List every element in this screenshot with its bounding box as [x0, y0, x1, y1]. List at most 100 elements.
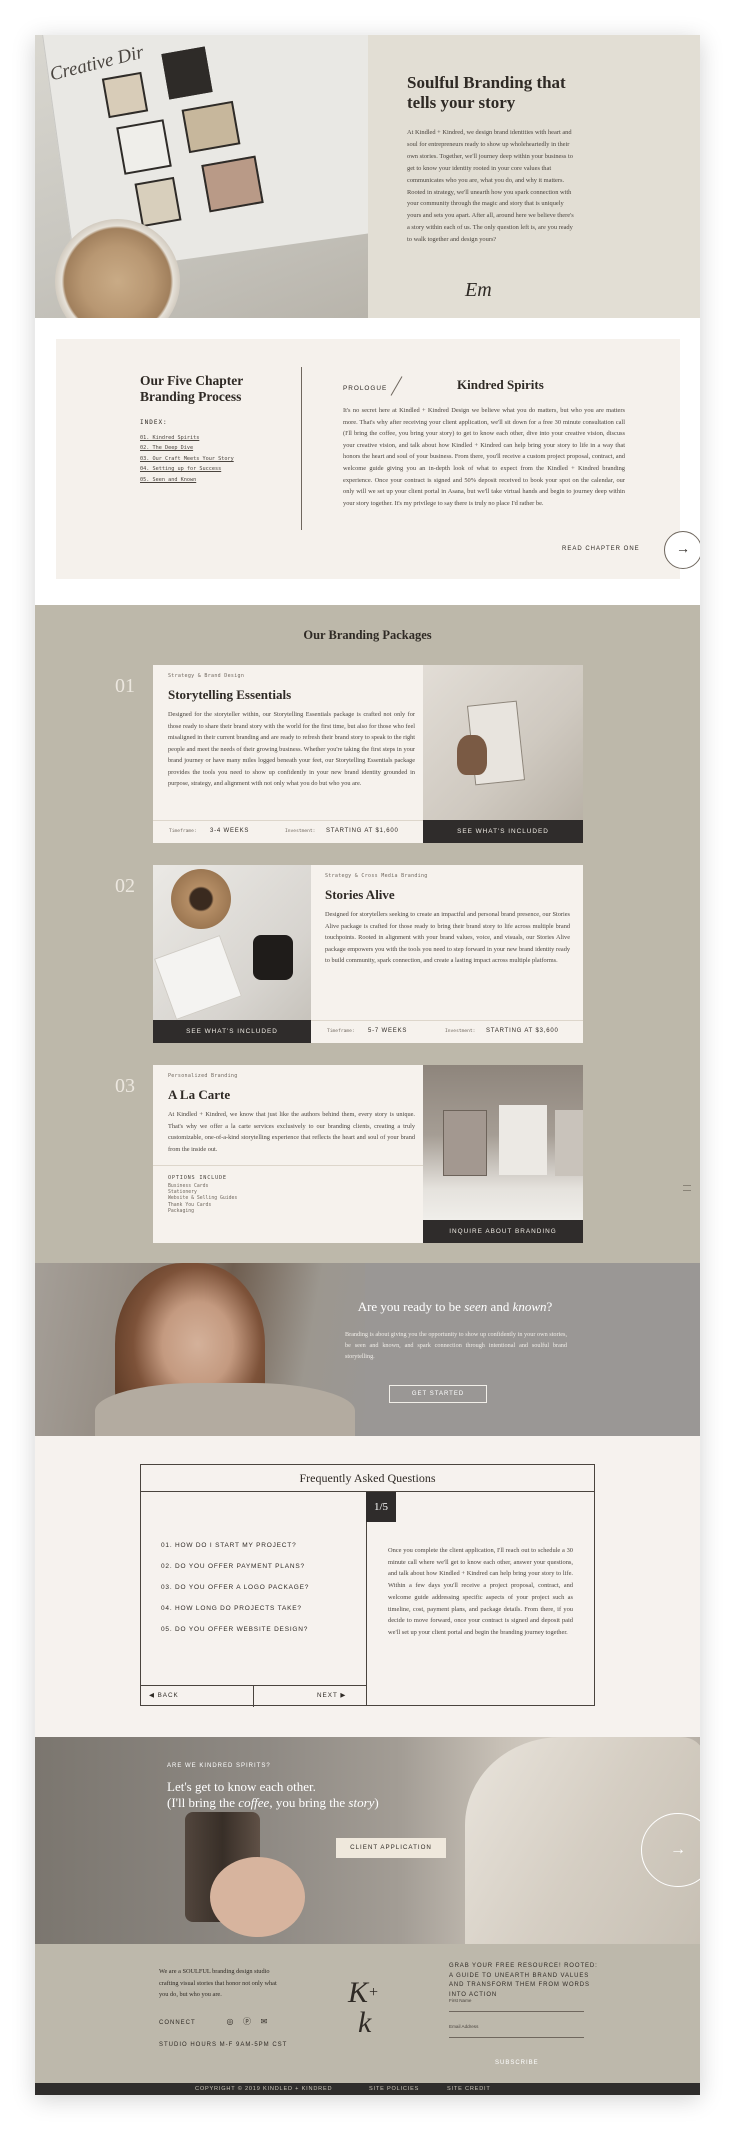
package-number: 01: [115, 675, 135, 697]
site-policies-link[interactable]: SITE POLICIES: [369, 2086, 419, 2092]
index-link[interactable]: 02. The Deep Dive: [140, 443, 234, 453]
email-field[interactable]: Email Address: [449, 2024, 584, 2038]
faq-question[interactable]: 02. DO YOU OFFER PAYMENT PLANS?: [161, 1563, 305, 1570]
next-button[interactable]: NEXT ▶: [317, 1692, 346, 1699]
package-title: Stories Alive: [325, 887, 395, 902]
image-object: [457, 735, 487, 775]
kindred-line2: (I'll bring the coffee, you bring the st…: [167, 1795, 379, 1811]
instagram-icon[interactable]: ◎: [225, 2017, 235, 2027]
sweater: [95, 1383, 355, 1436]
back-button[interactable]: ◀ BACK: [149, 1692, 179, 1699]
kindred-line2-coffee: coffee: [238, 1794, 270, 1810]
thumb: [134, 176, 182, 228]
faq-title: Frequently Asked Questions: [141, 1465, 594, 1492]
package-meta: Timeframe: 5-7 WEEKS Investment: STARTIN…: [311, 1020, 583, 1042]
scroll-handle-icon[interactable]: [683, 1185, 691, 1191]
faq-nav-divider: [253, 1686, 254, 1707]
package-paragraph: Designed for the storyteller within, our…: [168, 711, 415, 787]
package-paragraph: Designed for storytellers seeking to cre…: [325, 911, 570, 964]
cta-heading-seen: seen: [464, 1299, 488, 1314]
kindred-line2-c: ): [374, 1794, 379, 1810]
investment-value: STARTING AT $1,600: [326, 828, 399, 834]
thumb: [201, 155, 264, 213]
index-link[interactable]: 04. Setting up for Success: [140, 464, 234, 474]
faq-question[interactable]: 04. HOW LONG DO PROJECTS TAKE?: [161, 1605, 302, 1612]
arrow-right-icon[interactable]: →: [664, 531, 700, 569]
package-text: Personalized Branding A La Carte At Kind…: [168, 1073, 415, 1155]
connect-label: CONNECT: [159, 2020, 196, 2026]
cta-heading-and: and: [487, 1299, 513, 1314]
chapter-panel: Our Five Chapter Branding Process INDEX:…: [56, 339, 700, 579]
image-card: [443, 1110, 487, 1176]
client-application-button[interactable]: CLIENT APPLICATION: [336, 1838, 446, 1858]
packages-section: Our Branding Packages 01 Strategy & Bran…: [35, 605, 700, 1263]
logo: K+ k: [348, 1976, 379, 2039]
package-text: Strategy & Brand Design Storytelling Ess…: [168, 673, 415, 790]
faq-question[interactable]: 01. HOW DO I START MY PROJECT?: [161, 1542, 296, 1549]
read-chapter-link[interactable]: READ CHAPTER ONE: [562, 546, 640, 552]
kindred-line2-a: (I'll bring the: [167, 1794, 239, 1810]
get-started-button[interactable]: GET STARTED: [389, 1385, 487, 1403]
hero-section: Creative Dir Soulful Branding that tells…: [35, 35, 700, 318]
email-icon[interactable]: ✉: [259, 2017, 269, 2027]
timeframe-label: Timeframe:: [169, 829, 197, 834]
cta-heading-known: known: [512, 1299, 547, 1314]
timeframe-value: 3-4 WEEKS: [210, 828, 250, 834]
free-resource-text: GRAB YOUR FREE RESOURCE! ROOTED: A GUIDE…: [449, 1963, 598, 1998]
image-card: [499, 1105, 547, 1175]
package-card: SEE WHAT'S INCLUDED Strategy & Cross Med…: [153, 865, 583, 1043]
index-link[interactable]: 01. Kindred Spirits: [140, 433, 234, 443]
kindred-line1: Let's get to know each other.: [167, 1779, 316, 1794]
investment-value: STARTING AT $3,600: [486, 1028, 559, 1034]
page: Creative Dir Soulful Branding that tells…: [35, 35, 700, 2095]
chapter-section: Our Five Chapter Branding Process INDEX:…: [35, 318, 700, 605]
package-image: [153, 865, 311, 1020]
footer-about: We are a SOULFUL branding design studio …: [159, 1968, 277, 1999]
options-divider: [153, 1165, 423, 1166]
chevron-right-icon: ▶: [337, 1692, 347, 1699]
thumb: [116, 119, 172, 175]
packages-heading: Our Branding Packages: [303, 628, 432, 642]
hero-text: Soulful Branding that tells your story A…: [407, 73, 577, 246]
kindred-tag: ARE WE KINDRED SPIRITS?: [167, 1763, 271, 1769]
cta-photo: [35, 1263, 365, 1436]
mug: [253, 935, 293, 980]
next-label: NEXT: [317, 1692, 338, 1699]
subscribe-button[interactable]: SUBSCRIBE: [495, 2060, 539, 2066]
faq-question[interactable]: 03. DO YOU OFFER A LOGO PACKAGE?: [161, 1584, 309, 1591]
package-card: Strategy & Brand Design Storytelling Ess…: [153, 665, 583, 843]
chapter-heading: Kindred Spirits: [457, 377, 544, 392]
pinterest-icon[interactable]: ⓟ: [242, 2017, 252, 2027]
faq-panel: Frequently Asked Questions 1/5 01. HOW D…: [140, 1464, 595, 1707]
first-name-field[interactable]: First Name: [449, 1998, 584, 2012]
package-card: Personalized Branding A La Carte At Kind…: [153, 1065, 583, 1243]
chapter-paragraph: It's no secret here at Kindled + Kindred…: [343, 407, 625, 507]
copyright: COPYRIGHT © 2019 KINDLED + KINDRED: [195, 2086, 333, 2092]
package-text: Strategy & Cross Media Branding Stories …: [325, 873, 570, 967]
index-link[interactable]: 05. Seen and Known: [140, 475, 234, 485]
hero-image: Creative Dir: [35, 35, 368, 318]
hero-paragraph: At Kindled + Kindred, we design brand id…: [407, 129, 574, 244]
back-label: BACK: [157, 1692, 179, 1699]
option-item: Packaging: [168, 1208, 194, 1214]
kindred-line2-b: , you bring the: [269, 1794, 349, 1810]
slash-divider: [390, 376, 403, 396]
index-link[interactable]: 03. Our Craft Meets Your Story: [140, 454, 234, 464]
thumb: [181, 100, 241, 154]
inquire-about-branding-button[interactable]: INQUIRE ABOUT BRANDING: [423, 1220, 583, 1243]
option-item: Website & Selling Guides: [168, 1196, 238, 1202]
package-image: [423, 1065, 583, 1220]
index-label: INDEX:: [140, 419, 168, 426]
faq-question[interactable]: 05. DO YOU OFFER WEBSITE DESIGN?: [161, 1626, 308, 1633]
cta-heading: Are you ready to be seen and known?: [330, 1299, 580, 1315]
prologue-label: PROLOGUE: [343, 385, 388, 392]
faq-answer: Once you complete the client application…: [388, 1547, 573, 1636]
studio-hours: STUDIO HOURS M-F 9AM-5PM CST: [159, 2042, 288, 2048]
site-credit-link[interactable]: SITE CREDIT: [447, 2086, 491, 2092]
package-meta: Timeframe: 3-4 WEEKS Investment: STARTIN…: [153, 820, 423, 842]
cta-heading-q: ?: [546, 1299, 553, 1314]
package-number: 02: [115, 875, 135, 897]
see-whats-included-button[interactable]: SEE WHAT'S INCLUDED: [423, 820, 583, 843]
investment-label: Investment:: [445, 1029, 476, 1034]
see-whats-included-button[interactable]: SEE WHAT'S INCLUDED: [153, 1020, 311, 1043]
